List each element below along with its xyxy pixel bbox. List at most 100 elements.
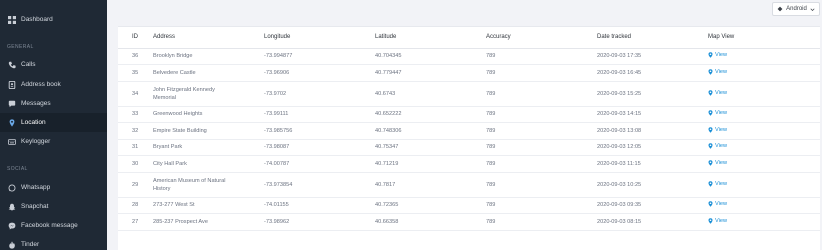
column-header-latitude: Latitude (361, 27, 472, 49)
cell-map-view: View (694, 155, 820, 173)
sidebar-item-location[interactable]: Location (0, 113, 107, 132)
cell-longitude: -74.01155 (250, 197, 361, 214)
map-marker-icon (708, 52, 713, 58)
sidebar-item-whatsapp[interactable]: Whatsapp (0, 178, 107, 197)
cell-address: Bryant Park (139, 139, 250, 156)
map-view-link[interactable]: View (708, 217, 727, 225)
cell-longitude: -74.00787 (250, 155, 361, 173)
table-row: 31 Bryant Park -73.98087 40.75347 789 2020-09… (118, 139, 820, 156)
keyboard-icon (7, 137, 16, 146)
table-row: 33 Greenwood Heights -73.99111 40.652222 789… (118, 106, 820, 123)
map-view-link[interactable]: View (708, 68, 727, 76)
map-marker-icon (708, 127, 713, 133)
chevron-down-icon (810, 8, 815, 11)
sidebar-item-keylogger[interactable]: Keylogger (0, 132, 107, 151)
map-view-link[interactable]: View (708, 159, 727, 167)
cell-address: American Museum of Natural History (139, 172, 250, 198)
cell-map-view: View (694, 172, 820, 198)
cell-latitude: 40.75347 (361, 139, 472, 156)
cell-accuracy: 789 (472, 213, 583, 231)
os-select-label: Android (786, 6, 807, 12)
column-header-accuracy: Accuracy (472, 27, 583, 49)
cell-latitude: 40.71219 (361, 155, 472, 173)
cell-address: Brooklyn Bridge (139, 48, 250, 65)
cell-longitude: -73.973854 (250, 172, 361, 198)
sidebar-item-label: Dashboard (21, 16, 53, 23)
column-header-address: Address (139, 27, 250, 49)
cell-date-tracked: 2020-09-03 12:05 (583, 139, 694, 156)
cell-longitude: -73.994877 (250, 48, 361, 65)
cell-longitude: -73.985756 (250, 122, 361, 140)
cell-id: 29 (118, 172, 139, 198)
map-marker-icon (708, 143, 713, 149)
cell-latitude: 40.72365 (361, 197, 472, 214)
cell-date-tracked: 2020-09-03 09:35 (583, 197, 694, 214)
map-view-link[interactable]: View (708, 126, 727, 134)
cell-address: John Fitzgerald Kennedy Memorial (139, 81, 250, 107)
sidebar-item-messages[interactable]: Messages (0, 94, 107, 113)
cell-longitude: -73.96906 (250, 64, 361, 82)
cell-accuracy: 789 (472, 155, 583, 173)
cell-id: 27 (118, 213, 139, 231)
location-pin-icon (7, 118, 16, 127)
table-row: 30 City Hall Park -74.00787 40.71219 789 2020… (118, 155, 820, 173)
column-header-date: Date tracked (583, 27, 694, 49)
cell-date-tracked: 2020-09-03 08:15 (583, 213, 694, 231)
cell-accuracy: 789 (472, 197, 583, 214)
map-marker-icon (708, 89, 713, 96)
map-marker-icon (708, 69, 713, 75)
cell-date-tracked: 2020-09-03 14:15 (583, 106, 694, 123)
cell-date-tracked: 2020-09-03 17:35 (583, 48, 694, 65)
location-table: ID Address Longitude Latitude Accuracy D… (118, 27, 820, 231)
cell-map-view: View (694, 48, 820, 65)
sidebar-item-label: Calls (21, 61, 36, 68)
map-view-link[interactable]: View (708, 89, 727, 97)
cell-latitude: 40.7817 (361, 172, 472, 198)
map-view-label: View (715, 126, 728, 133)
cell-id: 31 (118, 139, 139, 156)
cell-longitude: -73.9702 (250, 81, 361, 107)
cell-accuracy: 789 (472, 48, 583, 65)
cell-latitude: 40.66358 (361, 213, 472, 231)
cell-accuracy: 789 (472, 81, 583, 107)
cell-date-tracked: 2020-09-03 15:25 (583, 81, 694, 107)
table-row: 27 285-237 Prospect Ave -73.98962 40.66358 7… (118, 213, 820, 231)
sidebar-item-address-book[interactable]: Address book (0, 75, 107, 94)
cell-address: Empire State Building (139, 122, 250, 140)
cell-date-tracked: 2020-09-03 11:15 (583, 155, 694, 173)
cell-latitude: 40.779447 (361, 64, 472, 82)
sidebar-item-snapchat[interactable]: Snapchat (0, 197, 107, 216)
sidebar-item-calls[interactable]: Calls (0, 55, 107, 74)
cell-address: Belvedere Castle (139, 64, 250, 82)
cell-address: City Hall Park (139, 155, 250, 173)
cell-map-view: View (694, 122, 820, 140)
map-marker-icon (708, 110, 713, 116)
map-view-link[interactable]: View (708, 142, 727, 150)
os-select-dropdown[interactable]: Android (772, 2, 820, 16)
sidebar-item-label: Tinder (21, 241, 40, 248)
table-row: 28 273-277 West St -74.01155 40.72365 789 202… (118, 197, 820, 214)
sidebar-item-tinder[interactable]: Tinder (0, 235, 107, 250)
whatsapp-icon (7, 183, 16, 192)
map-view-label: View (715, 217, 728, 224)
cell-longitude: -73.98962 (250, 213, 361, 231)
map-view-link[interactable]: View (708, 109, 727, 117)
map-view-link[interactable]: View (708, 200, 727, 208)
cell-id: 28 (118, 197, 139, 214)
sidebar-item-label: Location (21, 119, 46, 126)
cell-id: 32 (118, 122, 139, 140)
map-view-link[interactable]: View (708, 51, 727, 59)
map-view-link[interactable]: View (708, 180, 727, 188)
map-marker-icon (708, 201, 713, 207)
sidebar-section-social: SOCIAL (7, 166, 28, 172)
cell-map-view: View (694, 139, 820, 156)
table-row: 35 Belvedere Castle -73.96906 40.779447 789 2… (118, 64, 820, 82)
map-view-label: View (715, 201, 728, 208)
cell-map-view: View (694, 106, 820, 123)
cell-map-view: View (694, 81, 820, 107)
map-marker-icon (708, 218, 713, 224)
cell-accuracy: 789 (472, 106, 583, 123)
sidebar-item-label: Keylogger (21, 138, 51, 145)
sidebar-item-dashboard[interactable]: Dashboard (0, 10, 107, 29)
sidebar-item-facebook-message[interactable]: Facebook message (0, 216, 107, 235)
